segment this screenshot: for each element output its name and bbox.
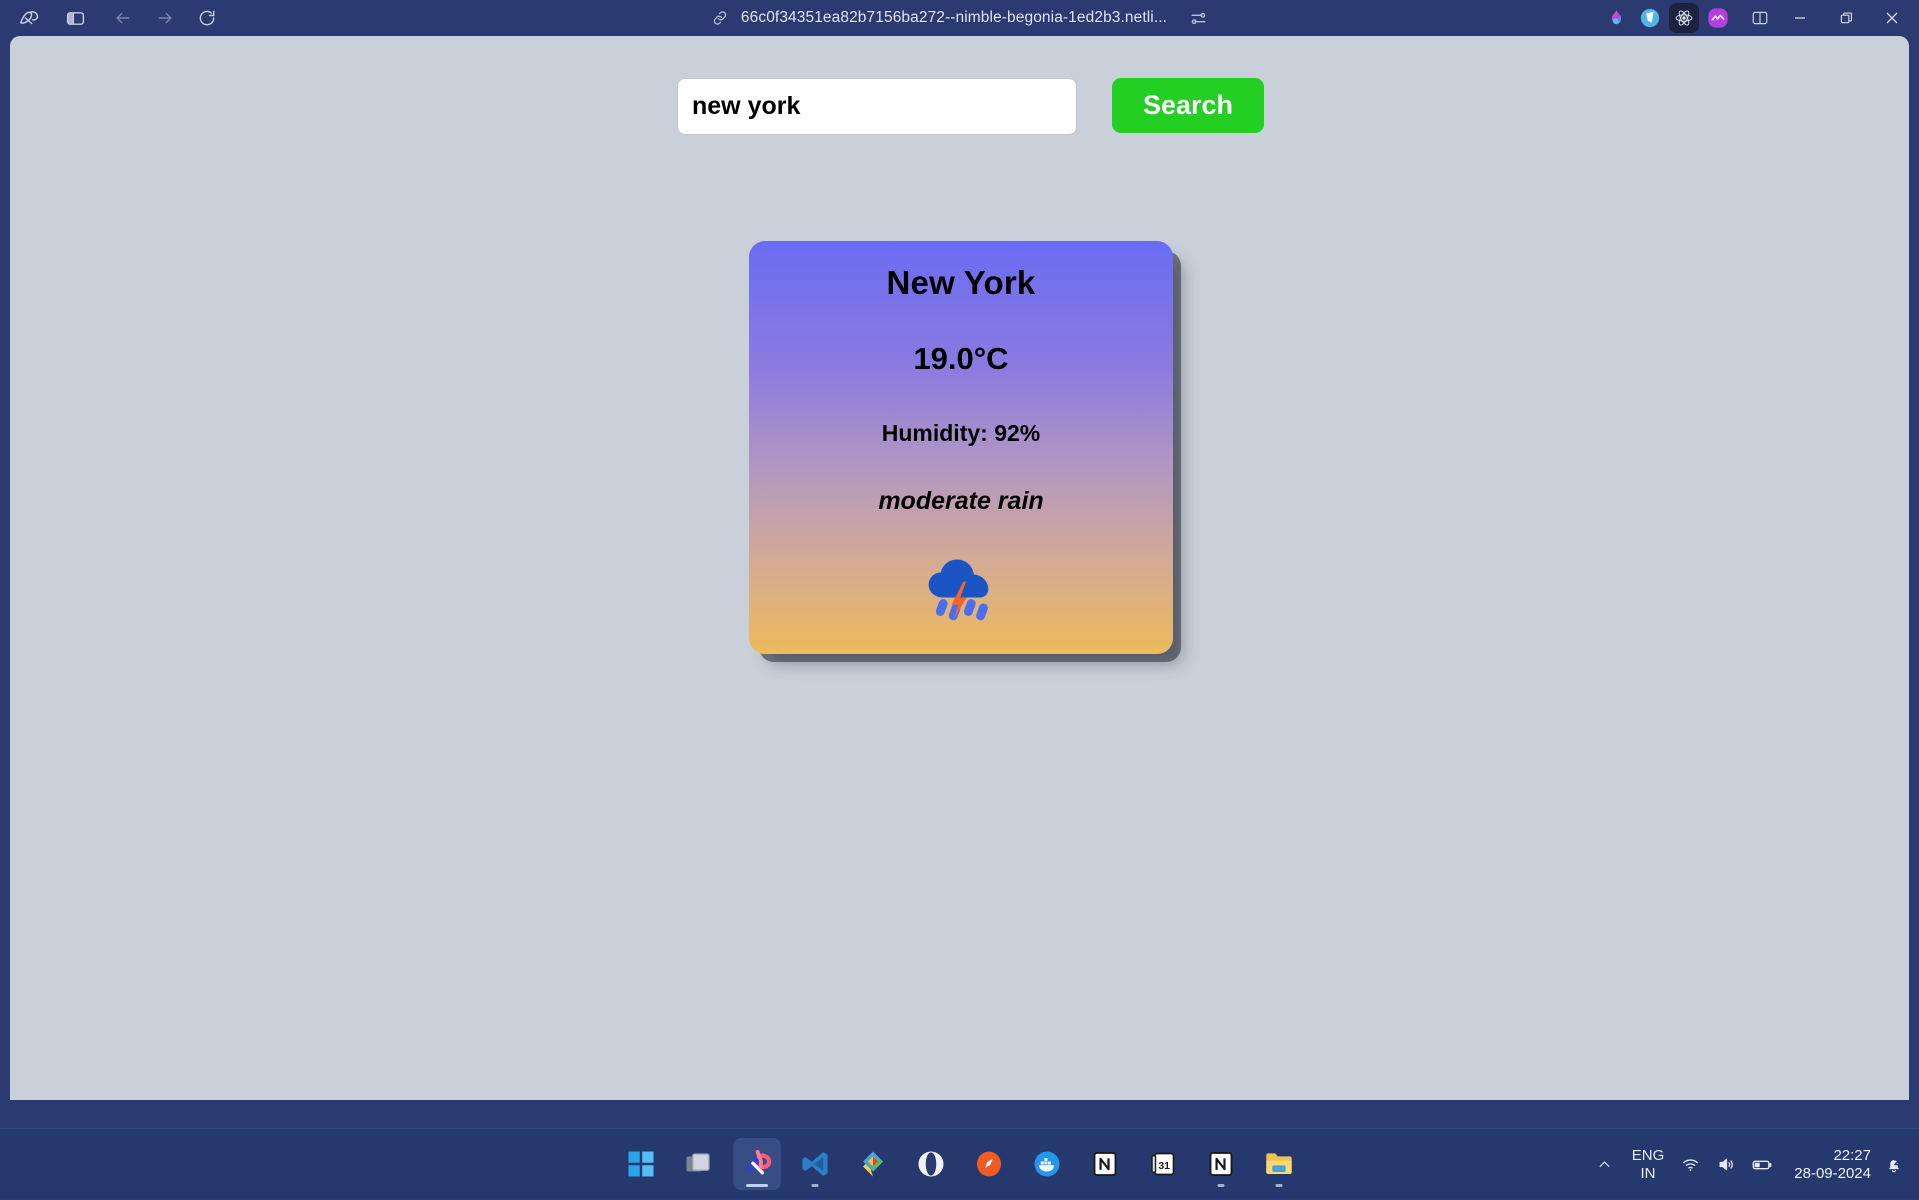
arc-browser-taskbar-icon[interactable] bbox=[733, 1138, 781, 1190]
link-icon bbox=[711, 9, 729, 27]
title-bar-right-controls bbox=[1601, 0, 1919, 36]
notion-taskbar-icon[interactable] bbox=[1081, 1138, 1129, 1190]
nav-back-icon[interactable] bbox=[106, 1, 140, 35]
vscode-taskbar-icon[interactable] bbox=[791, 1138, 839, 1190]
wifi-icon[interactable] bbox=[1675, 1145, 1705, 1185]
react-devtools-extension-icon[interactable] bbox=[1669, 3, 1699, 33]
window-minimize-button[interactable] bbox=[1777, 0, 1823, 36]
nav-forward-icon[interactable] bbox=[148, 1, 182, 35]
figma-taskbar-icon[interactable] bbox=[849, 1138, 897, 1190]
docker-taskbar-icon[interactable] bbox=[1023, 1138, 1071, 1190]
windows-taskbar: 31 ENG IN bbox=[0, 1128, 1919, 1199]
clock-and-date[interactable]: 22:27 28-09-2024 bbox=[1794, 1147, 1871, 1183]
taskbar-app-list: 31 bbox=[617, 1138, 1303, 1190]
tray-chevron-up-icon[interactable] bbox=[1588, 1145, 1622, 1185]
opera-taskbar-icon[interactable] bbox=[907, 1138, 955, 1190]
search-button[interactable]: Search bbox=[1112, 78, 1264, 133]
page-settings-sliders-icon[interactable] bbox=[1189, 9, 1208, 28]
city-search-input[interactable] bbox=[677, 78, 1077, 135]
weather-temperature: 19.0°C bbox=[913, 341, 1008, 377]
volume-icon[interactable] bbox=[1711, 1145, 1741, 1185]
notion-calendar-taskbar-icon[interactable] bbox=[1197, 1138, 1245, 1190]
weather-card: New York 19.0°C Humidity: 92% moderate r… bbox=[749, 241, 1173, 654]
postman-taskbar-icon[interactable] bbox=[965, 1138, 1013, 1190]
arc-browser-logo-icon bbox=[12, 1, 46, 35]
clock-date: 28-09-2024 bbox=[1794, 1165, 1871, 1183]
purple-extension-icon[interactable] bbox=[1703, 3, 1733, 33]
page-viewport: Search New York 19.0°C Humidity: 92% mod… bbox=[10, 36, 1909, 1100]
thunderstorm-rain-icon bbox=[913, 538, 1009, 634]
weather-city-name: New York bbox=[887, 264, 1036, 302]
battery-icon[interactable] bbox=[1747, 1145, 1777, 1185]
language-primary: ENG bbox=[1632, 1147, 1665, 1164]
weather-humidity: Humidity: 92% bbox=[882, 420, 1040, 447]
notification-bell-dnd-icon[interactable] bbox=[1877, 1145, 1911, 1185]
language-secondary: IN bbox=[1632, 1165, 1665, 1182]
svg-text:31: 31 bbox=[1158, 1160, 1170, 1172]
weather-description: moderate rain bbox=[878, 487, 1043, 516]
browser-title-bar: 66c0f34351ea82b7156ba272--nimble-begonia… bbox=[0, 0, 1919, 36]
tinder-extension-icon[interactable] bbox=[1601, 3, 1631, 33]
window-close-button[interactable] bbox=[1869, 0, 1915, 36]
browser-window: 66c0f34351ea82b7156ba272--nimble-begonia… bbox=[0, 0, 1919, 1128]
nav-reload-icon[interactable] bbox=[190, 1, 224, 35]
split-view-icon[interactable] bbox=[1743, 1, 1777, 35]
file-explorer-taskbar-icon[interactable] bbox=[1255, 1138, 1303, 1190]
language-indicator[interactable]: ENG IN bbox=[1632, 1147, 1665, 1182]
sidebar-toggle-icon[interactable] bbox=[58, 1, 92, 35]
window-maximize-button[interactable] bbox=[1823, 0, 1869, 36]
task-view-button[interactable] bbox=[675, 1138, 723, 1190]
honey-extension-icon[interactable] bbox=[1635, 3, 1665, 33]
system-tray: ENG IN 22:27 bbox=[1588, 1129, 1919, 1200]
url-text: 66c0f34351ea82b7156ba272--nimble-begonia… bbox=[741, 9, 1167, 27]
clock-time: 22:27 bbox=[1794, 1147, 1871, 1165]
start-button[interactable] bbox=[617, 1138, 665, 1190]
search-bar: Search bbox=[677, 78, 1264, 135]
calendar-taskbar-icon[interactable]: 31 bbox=[1139, 1138, 1187, 1190]
